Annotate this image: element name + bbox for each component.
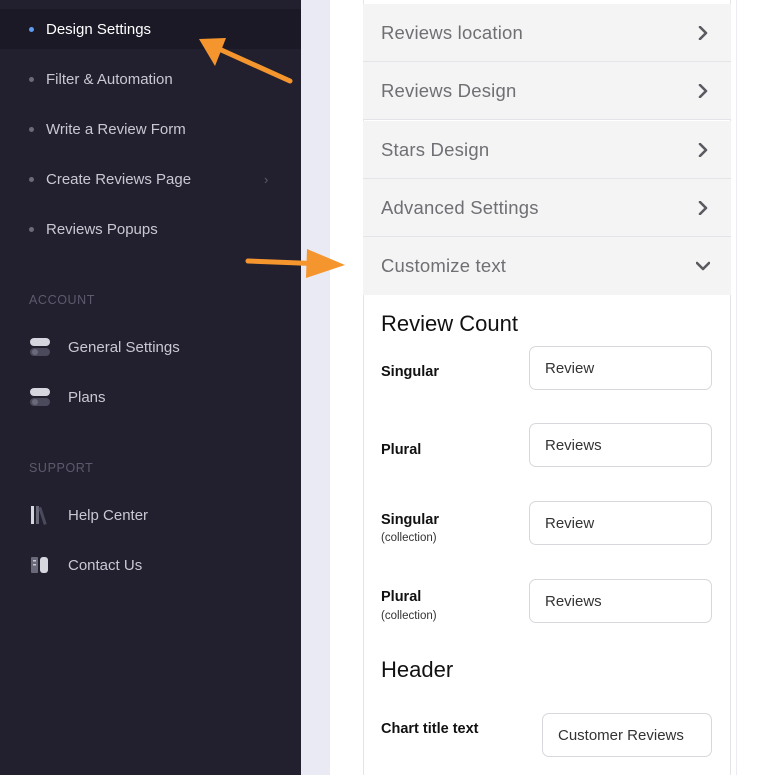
bullet-icon [29,126,34,132]
accordion-label: Reviews location [381,21,524,43]
chevron-right-icon: › [264,171,269,187]
accordion-reviews-location[interactable]: Reviews location [363,4,731,62]
accordion-label: Advanced Settings [381,196,539,218]
chevron-right-icon [698,142,708,157]
plural-collection-input[interactable] [529,579,712,623]
field-label-singular: Singular [381,364,440,380]
field-label-singular-collection: Singular [381,512,440,528]
bullet-icon [29,76,34,82]
field-sublabel: (collection) [381,610,437,622]
sidebar-item-label: Reviews Popups [46,220,158,238]
bullet-icon [29,26,34,32]
sidebar-item-create-reviews-page[interactable]: Create Reviews Page › [0,159,301,199]
review-count-heading: Review Count [381,311,518,336]
accordion-stars-design[interactable]: Stars Design [363,121,731,179]
sidebar-item-plans[interactable]: Plans [0,377,301,417]
contact-icon [31,557,48,573]
singular-input[interactable] [529,346,712,390]
books-icon [31,506,47,525]
singular-collection-input[interactable] [529,501,712,545]
sidebar-item-label: Write a Review Form [46,120,186,138]
sidebar-item-label: Filter & Automation [46,70,173,88]
sidebar: Design Settings Filter & Automation Writ… [0,0,301,775]
sidebar-item-label: Contact Us [68,556,143,574]
field-label-chart-title: Chart title text [381,721,479,737]
accordion-advanced-settings[interactable]: Advanced Settings [363,179,731,237]
toggle-icon [30,338,50,356]
chevron-right-icon [698,25,708,40]
sidebar-item-help-center[interactable]: Help Center [0,495,301,535]
toggle-icon [30,388,50,406]
sidebar-item-contact-us[interactable]: Contact Us [0,545,301,585]
accordion-label: Reviews Design [381,79,517,101]
chevron-right-icon [698,83,708,98]
sidebar-item-reviews-popups[interactable]: Reviews Popups [0,209,301,249]
annotation-arrow-icon [199,38,293,84]
chevron-right-icon [698,200,708,215]
sidebar-item-write-review-form[interactable]: Write a Review Form [0,109,301,149]
bullet-icon [29,226,34,232]
sidebar-item-label: Plans [68,388,106,406]
field-sublabel: (collection) [381,532,437,544]
bullet-icon [29,176,34,182]
sidebar-item-label: General Settings [68,338,180,356]
annotation-arrow-icon [245,249,345,278]
sidebar-item-label: Create Reviews Page [46,170,192,188]
section-title-support: SUPPORT [29,461,94,475]
field-label-plural-collection: Plural [381,589,422,605]
accordion-label: Stars Design [381,138,490,160]
sidebar-item-label: Help Center [68,506,149,524]
chart-title-input[interactable] [542,713,712,757]
sidebar-item-label: Design Settings [46,20,152,38]
plural-input[interactable] [529,423,712,467]
field-label-plural: Plural [381,442,422,458]
chevron-down-icon [696,261,710,271]
accordion-label: Customize text [381,255,507,276]
content-gutter [301,0,330,775]
sidebar-item-general-settings[interactable]: General Settings [0,327,301,367]
section-title-account: ACCOUNT [29,293,96,307]
preview-area [736,0,768,775]
header-heading: Header [381,657,454,682]
accordion-customize-text[interactable]: Customize text [363,237,731,295]
accordion-reviews-design[interactable]: Reviews Design [363,62,731,120]
